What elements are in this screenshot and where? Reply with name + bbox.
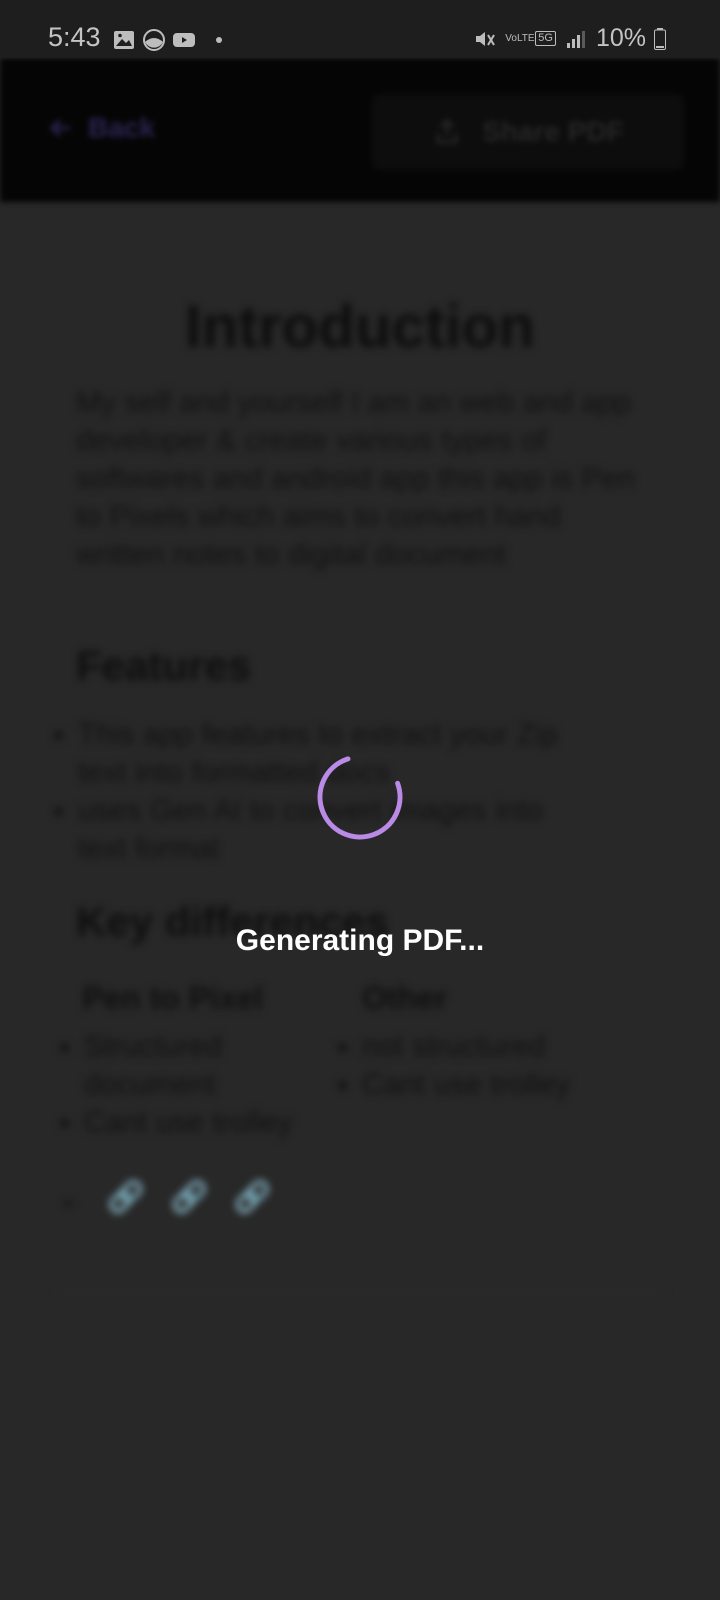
status-time: 5:43 (48, 22, 101, 52)
volte-icon: VoLTE (505, 32, 535, 44)
loading-message: Generating PDF... (235, 924, 485, 957)
app-icon (143, 29, 165, 51)
5g-icon: 5G (535, 31, 556, 46)
gallery-icon (114, 31, 134, 49)
loading-overlay: Generating PDF... (0, 58, 720, 1600)
loading-spinner-icon (317, 754, 403, 840)
screen: 5:43 VoLTE 5G 10% Back Share PDF Introdu… (0, 0, 720, 1600)
mute-icon (476, 31, 496, 46)
status-bar: 5:43 VoLTE 5G 10% (0, 0, 720, 58)
battery-percent: 10% (595, 24, 646, 52)
status-left-icons (112, 28, 222, 52)
youtube-icon (173, 33, 195, 47)
battery-icon (654, 27, 666, 50)
signal-icon (566, 30, 585, 48)
status-right-icons: VoLTE 5G 10% (473, 24, 666, 53)
notification-dot (216, 37, 222, 43)
